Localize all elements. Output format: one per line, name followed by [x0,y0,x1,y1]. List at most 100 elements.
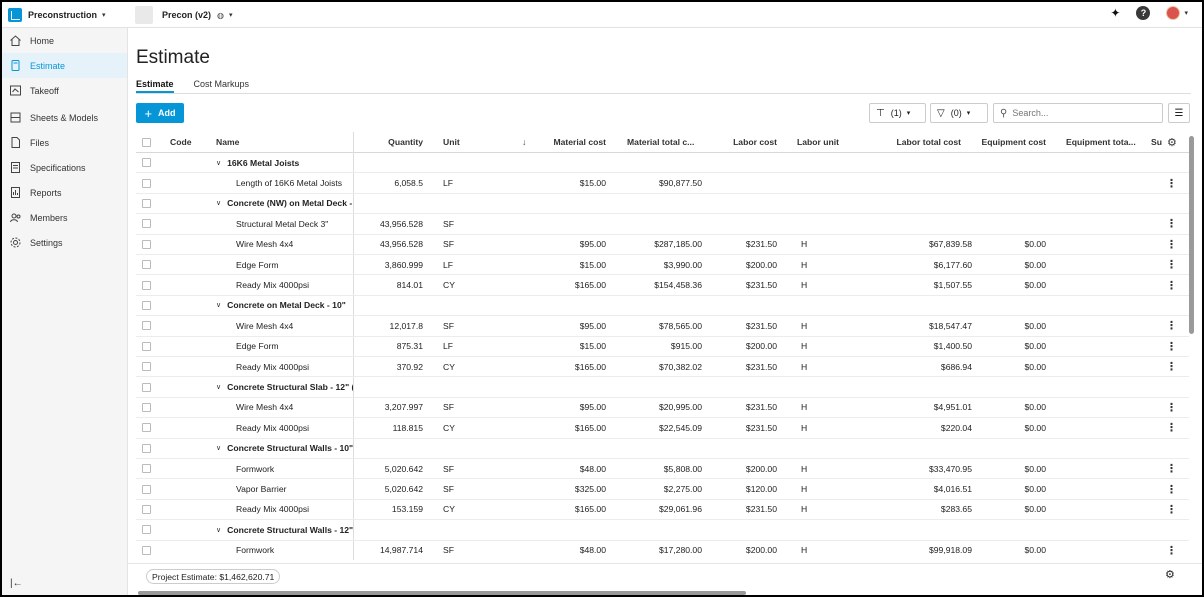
column-header-labor-cost[interactable]: Labor cost [707,132,777,152]
table-row[interactable]: Edge Form 875.31 LF $15.00 $915.00 $200.00 H $1… [136,337,1189,357]
add-button[interactable]: + Add [136,103,184,123]
row-more-options-icon[interactable]: ⋮ [1166,337,1174,356]
select-all-checkbox[interactable] [142,137,151,147]
sidebar-item-members[interactable]: Members [2,205,127,230]
column-header-extra[interactable]: Su [1151,132,1163,152]
footer-gear-icon[interactable]: ⚙ [1165,568,1175,581]
row-checkbox-cell[interactable] [142,296,154,315]
expand-chevron-icon[interactable]: ∨ [216,383,221,391]
row-checkbox[interactable] [142,464,151,474]
row-more-options-icon[interactable]: ⋮ [1166,255,1174,274]
row-checkbox-cell[interactable] [142,173,154,192]
tab-estimate[interactable]: Estimate [136,79,174,93]
column-header-material-cost[interactable]: Material cost [536,132,606,152]
avatar[interactable] [1166,6,1181,20]
row-more-options-icon[interactable]: ⋮ [1166,173,1174,192]
table-row[interactable]: Ready Mix 4000psi 370.92 CY $165.00 $70,382.… [136,357,1189,378]
help-icon[interactable]: ? [1136,6,1151,20]
table-group-row[interactable]: ∨ Concrete Structural Walls - 12" [136,520,1189,541]
sidebar-item-takeoff[interactable]: Takeoff [2,78,127,103]
row-checkbox-cell[interactable] [142,418,154,437]
row-checkbox-cell[interactable] [142,520,154,539]
row-checkbox[interactable] [142,402,151,412]
vertical-scrollbar[interactable] [1189,136,1194,334]
row-more-options-icon[interactable]: ⋮ [1166,418,1174,437]
table-row[interactable]: Ready Mix 4000psi 153.159 CY $165.00 $29,061… [136,500,1189,521]
row-more-options-icon[interactable]: ⋮ [1166,316,1174,335]
product-switcher[interactable]: Preconstruction ▾ [2,2,128,28]
table-settings-gear-icon[interactable]: ⚙ [1167,132,1181,152]
row-more-options-icon[interactable]: ⋮ [1166,479,1174,498]
sidebar-item-sheets-models[interactable]: Sheets & Models [2,105,127,130]
table-row[interactable]: Ready Mix 4000psi 118.815 CY $165.00 $22,545… [136,418,1189,439]
row-checkbox-cell[interactable] [142,275,154,294]
row-checkbox-cell[interactable] [142,459,154,478]
row-more-options-icon[interactable]: ⋮ [1166,235,1174,254]
column-settings-button[interactable]: ☰ [1168,103,1190,123]
row-checkbox[interactable] [142,443,151,453]
row-checkbox[interactable] [142,260,151,270]
table-row[interactable]: Wire Mesh 4x4 43,956.528 SF $95.00 $287,185.… [136,235,1189,255]
column-header-quantity[interactable]: Quantity [358,132,423,152]
row-checkbox[interactable] [142,280,151,290]
row-checkbox-cell[interactable] [142,439,154,458]
table-row[interactable]: Structural Metal Deck 3" 43,956.528 SF ⋮ [136,214,1189,235]
expand-chevron-icon[interactable]: ∨ [216,199,221,207]
sidebar-item-estimate[interactable]: Estimate [2,53,127,78]
column-header-material-total[interactable]: Material total c... [627,132,707,152]
column-header-name[interactable]: Name [216,132,346,152]
row-checkbox-cell[interactable] [142,541,154,560]
table-group-row[interactable]: ∨ Concrete (NW) on Metal Deck - ... [136,194,1189,215]
row-checkbox-cell[interactable] [142,337,154,356]
table-row[interactable]: Edge Form 3,860.999 LF $15.00 $3,990.00 $200.… [136,255,1189,276]
chevron-down-icon[interactable]: ▾ [1184,9,1188,17]
column-header-unit[interactable]: Unit [443,132,483,152]
sort-descending-icon[interactable]: ↓ [522,132,534,152]
row-checkbox[interactable] [142,321,151,331]
row-checkbox[interactable] [142,362,151,372]
row-checkbox-cell[interactable] [142,377,154,396]
table-row[interactable]: Formwork 5,020.642 SF $48.00 $5,808.00 $200.0… [136,459,1189,480]
row-checkbox-cell[interactable] [142,214,154,233]
column-header-equipment-cost[interactable]: Equipment cost [976,132,1046,152]
tab-cost-markups[interactable]: Cost Markups [194,79,250,93]
row-more-options-icon[interactable]: ⋮ [1166,459,1174,478]
row-checkbox[interactable] [142,219,151,229]
expand-chevron-icon[interactable]: ∨ [216,159,221,167]
table-row[interactable]: Formwork 14,987.714 SF $48.00 $17,280.00 $200… [136,541,1189,560]
row-checkbox[interactable] [142,178,151,188]
table-group-row[interactable]: ∨ Concrete Structural Slab - 12" (... [136,377,1189,398]
collapse-sidebar-icon[interactable]: |← [10,578,23,589]
group-by-button[interactable]: ⊤ (1) ▾ [869,103,926,123]
row-more-options-icon[interactable]: ⋮ [1166,275,1174,294]
table-row[interactable]: Length of 16K6 Metal Joists 6,058.5 LF $15.… [136,173,1189,194]
table-group-row[interactable]: ∨ Concrete Structural Walls - 10" [136,439,1189,459]
row-checkbox[interactable] [142,525,151,535]
row-checkbox-cell[interactable] [142,357,154,376]
column-header-labor-total[interactable]: Labor total cost [876,132,961,152]
row-checkbox[interactable] [142,300,151,310]
row-checkbox[interactable] [142,341,151,351]
row-checkbox[interactable] [142,504,151,514]
row-more-options-icon[interactable]: ⋮ [1166,500,1174,519]
sidebar-item-files[interactable]: Files [2,130,127,155]
table-group-row[interactable]: ∨ 16K6 Metal Joists [136,153,1189,174]
ai-sparkle-icon[interactable]: ✦ [1110,6,1120,20]
table-group-row[interactable]: ∨ Concrete on Metal Deck - 10" [136,296,1189,317]
row-checkbox[interactable] [142,484,151,494]
table-row[interactable]: Wire Mesh 4x4 3,207.997 SF $95.00 $20,995.00… [136,398,1189,419]
row-checkbox[interactable] [142,158,151,168]
sidebar-item-reports[interactable]: Reports [2,180,127,205]
row-checkbox[interactable] [142,382,151,392]
row-checkbox[interactable] [142,423,151,433]
row-checkbox-cell[interactable] [142,479,154,498]
sidebar-item-settings[interactable]: Settings [2,230,127,255]
row-checkbox-cell[interactable] [142,153,154,172]
sidebar-item-home[interactable]: Home [2,28,127,53]
table-row[interactable]: Ready Mix 4000psi 814.01 CY $165.00 $154,458… [136,275,1189,296]
expand-chevron-icon[interactable]: ∨ [216,526,221,534]
horizontal-scrollbar[interactable] [138,591,746,595]
expand-chevron-icon[interactable]: ∨ [216,444,221,452]
row-checkbox-cell[interactable] [142,235,154,254]
table-row[interactable]: Wire Mesh 4x4 12,017.8 SF $95.00 $78,565.00 $… [136,316,1189,337]
